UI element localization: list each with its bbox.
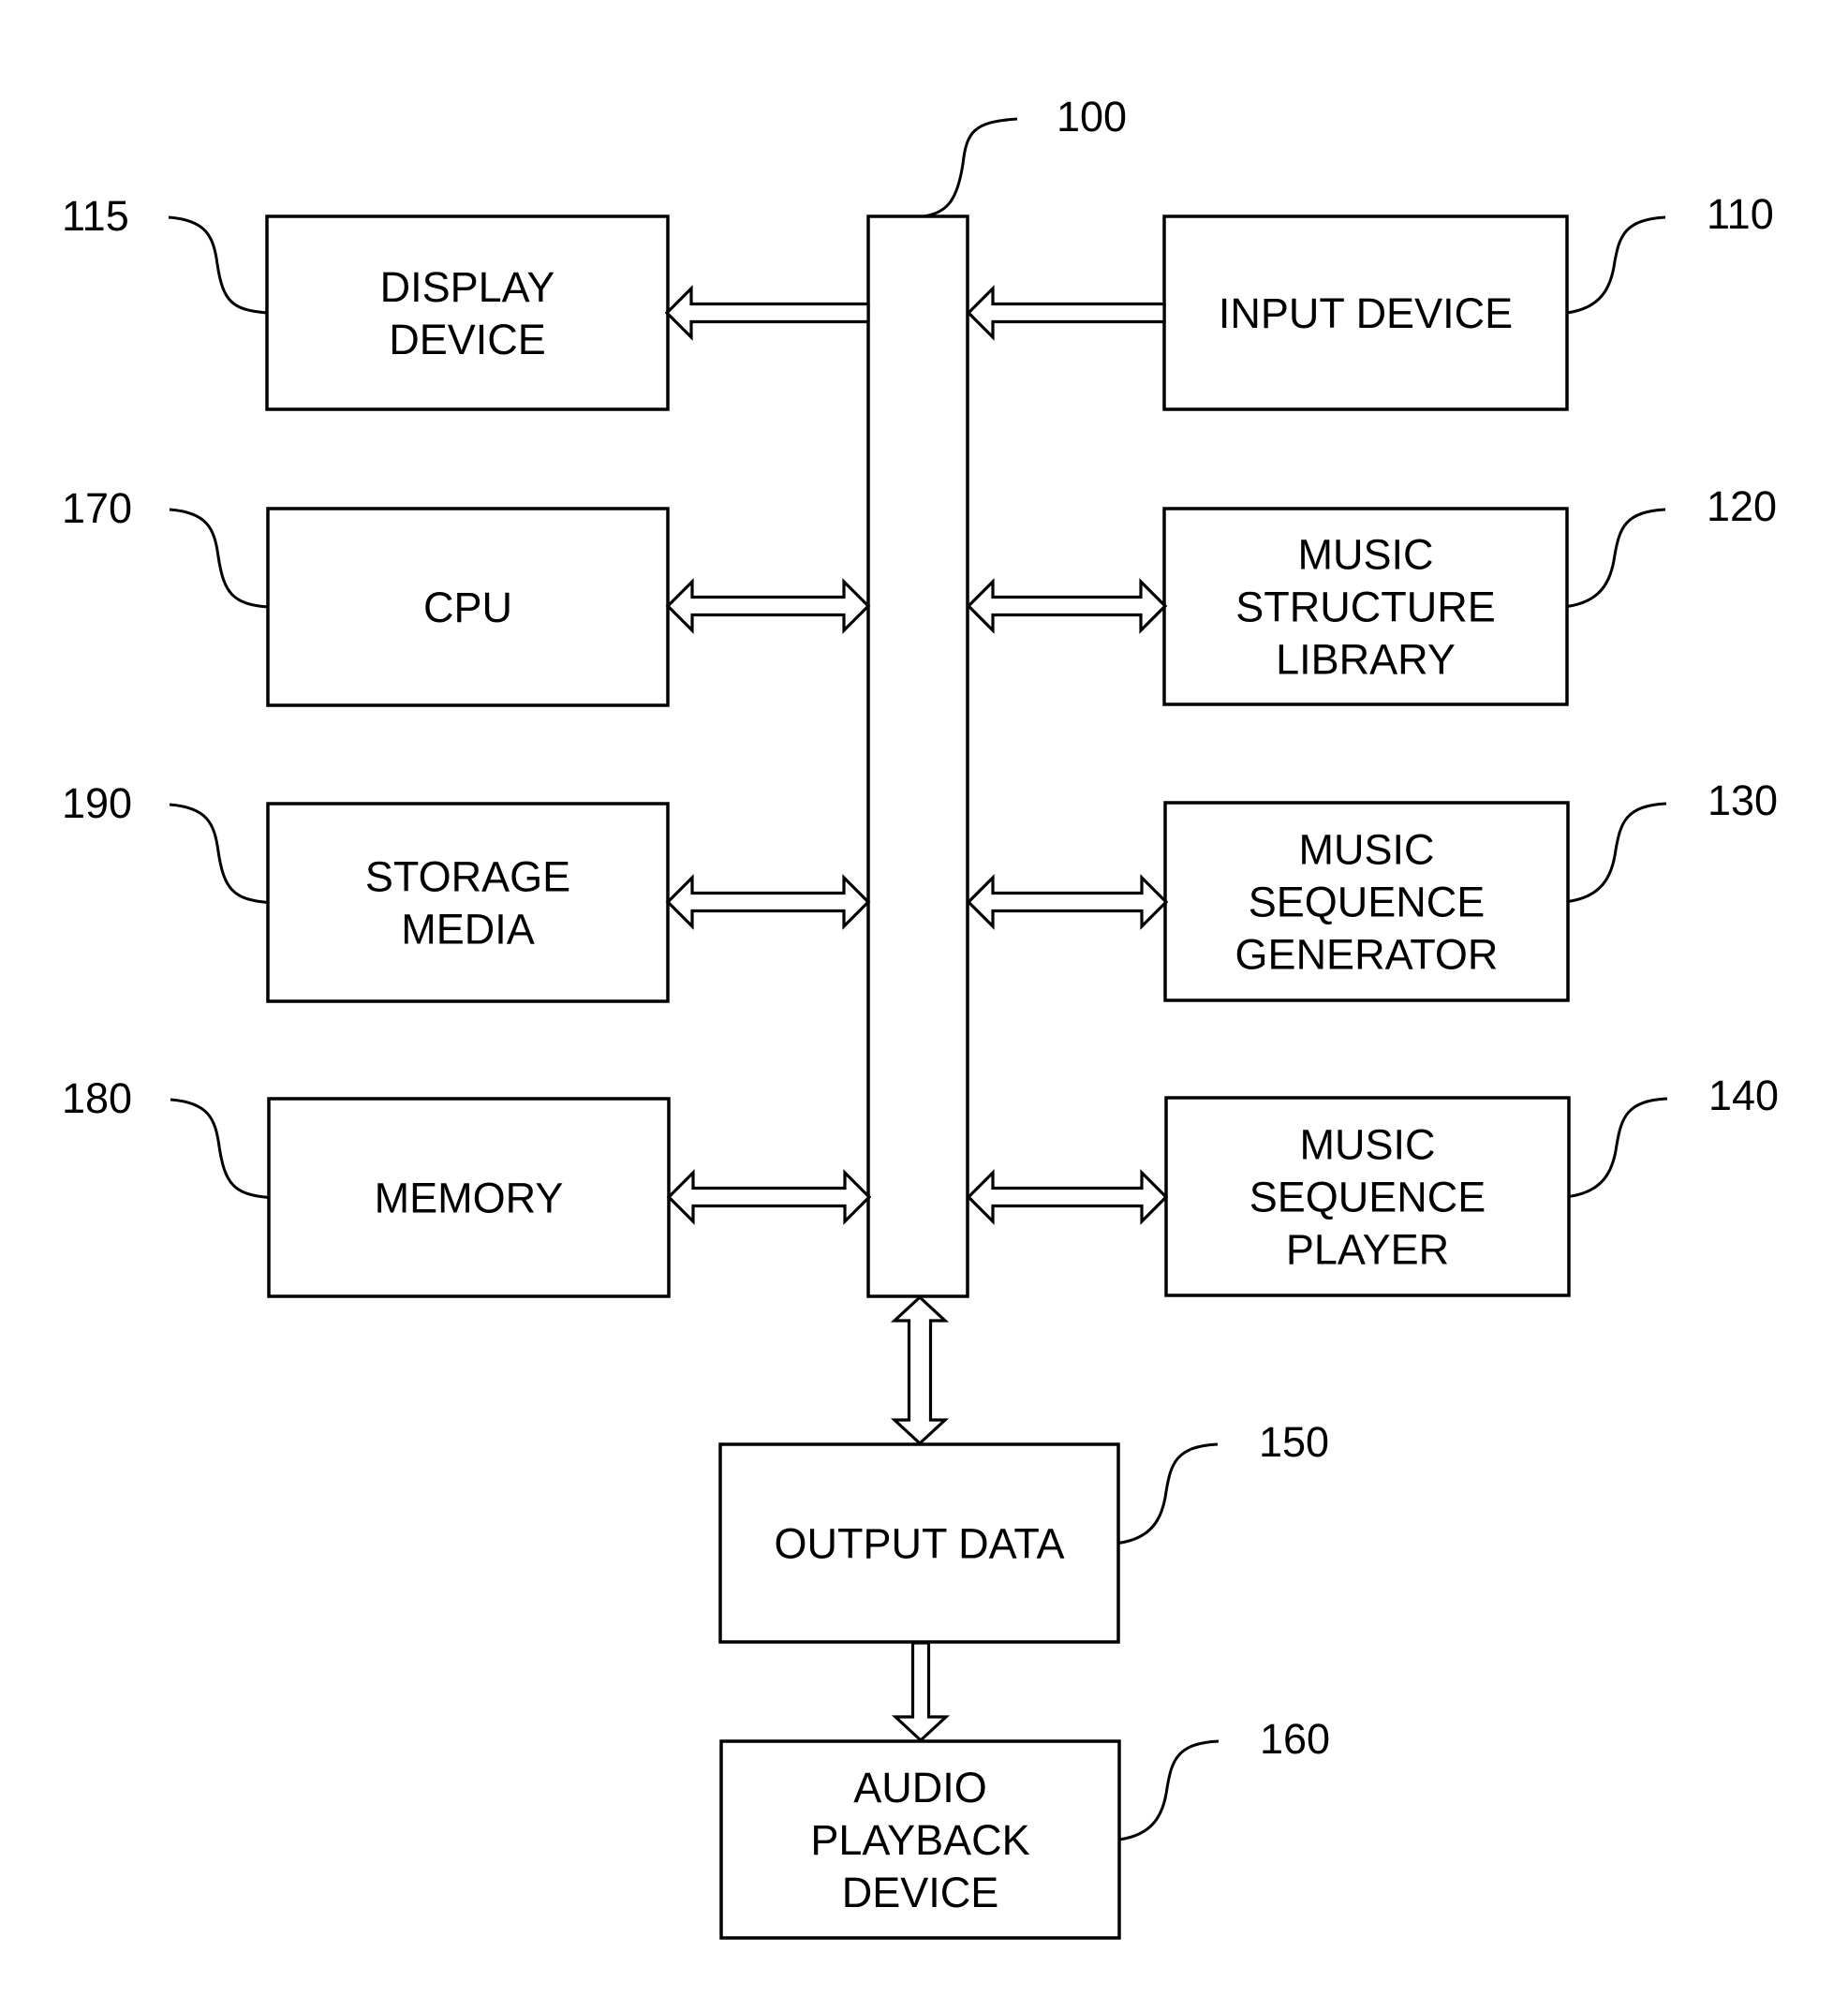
leader-line — [1117, 1442, 1219, 1545]
block-label-line: STRUCTURE — [1235, 584, 1496, 631]
block-label-line: MUSIC — [1298, 531, 1434, 579]
block-label-line: PLAYBACK — [810, 1816, 1029, 1864]
block-label-line: CPU — [423, 584, 512, 631]
block-box — [265, 214, 670, 411]
system-bus — [866, 214, 969, 1298]
block-label-line: MUSIC — [1300, 1121, 1436, 1169]
block-label-line: SEQUENCE — [1249, 879, 1486, 926]
ref-label: 190 — [62, 779, 132, 827]
block-cpu: CPU 170 — [62, 484, 670, 707]
ref-label: 140 — [1708, 1072, 1779, 1119]
leader-line — [170, 1098, 270, 1199]
ref-label: 130 — [1708, 776, 1778, 824]
block-label-line: OUTPUT DATA — [774, 1520, 1064, 1568]
block-output-data: OUTPUT DATA 150 — [718, 1418, 1329, 1644]
block-box — [266, 802, 670, 1003]
block-memory: MEMORY 180 — [62, 1074, 671, 1298]
leader-line — [1567, 802, 1667, 903]
arrow-music-structure-library-bus — [966, 578, 1168, 634]
block-label-line: MEDIA — [401, 906, 535, 954]
ref-label: 120 — [1707, 482, 1777, 530]
block-input-device: INPUT DEVICE 110 — [1162, 190, 1774, 411]
leader-line — [1566, 508, 1666, 608]
ref-label: 115 — [62, 192, 129, 240]
block-music-sequence-generator: MUSIC SEQUENCE GENERATOR 130 — [1163, 776, 1778, 1002]
ref-label: 110 — [1707, 190, 1774, 238]
block-label-line: LIBRARY — [1276, 636, 1456, 684]
ref-label: 160 — [1260, 1715, 1330, 1763]
block-label-line: INPUT DEVICE — [1219, 289, 1513, 337]
block-label-line: PLAYER — [1286, 1226, 1449, 1274]
block-label-line: AUDIO — [853, 1764, 987, 1811]
ref-label: 170 — [62, 484, 132, 532]
leader-line — [1118, 1739, 1220, 1841]
block-audio-playback-device: AUDIO PLAYBACK DEVICE 160 — [719, 1715, 1330, 1940]
leader-line — [1566, 215, 1666, 315]
arrow-music-sequence-generator-bus — [966, 874, 1169, 930]
arrow-music-sequence-player-bus — [966, 1169, 1169, 1225]
ref-label-bus: 100 — [1057, 93, 1127, 140]
ref-label: 180 — [62, 1074, 132, 1122]
block-storage-media: STORAGE MEDIA 190 — [62, 779, 670, 1003]
block-label-line: SEQUENCE — [1249, 1174, 1486, 1221]
arrow-cpu-bus — [665, 578, 871, 634]
leader-line-bus — [922, 117, 1018, 218]
block-label-line: GENERATOR — [1235, 931, 1499, 979]
leader-line — [169, 508, 269, 609]
arrow-input-device-to-bus — [966, 285, 1166, 341]
block-music-structure-library: MUSIC STRUCTURE LIBRARY 120 — [1162, 482, 1777, 706]
block-diagram: 100 DISPLAY DEVICE 115 CPU 170 STORAGE MEDIA 19… — [62, 93, 1779, 1940]
block-display-device: DISPLAY DEVICE 115 — [62, 192, 670, 411]
block-label-line: DEVICE — [389, 316, 546, 363]
ref-label: 150 — [1259, 1418, 1329, 1466]
block-label-line: MUSIC — [1299, 826, 1435, 874]
block-label-line: DEVICE — [842, 1869, 999, 1916]
arrow-storage-media-bus — [665, 874, 871, 930]
leader-line — [168, 215, 268, 315]
block-music-sequence-player: MUSIC SEQUENCE PLAYER 140 — [1164, 1072, 1779, 1297]
arrow-bus-output-data — [890, 1294, 950, 1446]
block-label-line: DISPLAY — [380, 263, 555, 311]
block-label-line: MEMORY — [375, 1175, 564, 1222]
arrow-memory-bus — [666, 1169, 872, 1225]
arrow-output-data-to-audio-playback-device — [891, 1641, 951, 1743]
arrow-bus-to-display-device — [664, 285, 870, 341]
leader-line — [169, 803, 269, 904]
leader-line — [1568, 1097, 1668, 1198]
block-label-line: STORAGE — [365, 853, 570, 901]
